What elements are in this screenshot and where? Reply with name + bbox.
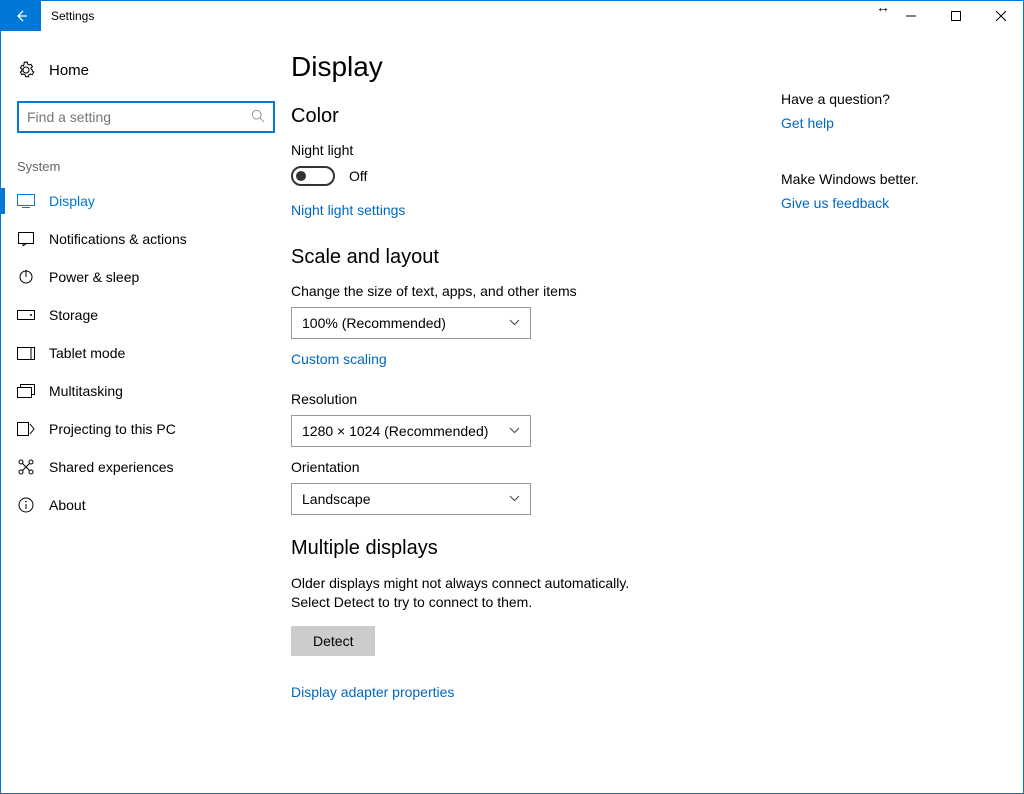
minimize-button[interactable]: [888, 1, 933, 31]
tablet-icon: [17, 347, 35, 360]
night-light-toggle[interactable]: [291, 166, 335, 186]
search-input[interactable]: [17, 101, 275, 133]
titlebar: Settings: [1, 1, 1023, 31]
aside-content: Have a question? Get help Make Windows b…: [781, 51, 1023, 793]
get-help-link[interactable]: Get help: [781, 115, 834, 131]
section-color-heading: Color: [291, 105, 761, 128]
scale-select[interactable]: 100% (Recommended): [291, 307, 531, 339]
back-button[interactable]: [1, 1, 41, 31]
detect-button[interactable]: Detect: [291, 626, 375, 656]
main-content: Display Color Night light Off Night ligh…: [291, 51, 781, 793]
display-icon: [17, 194, 35, 208]
chevron-down-icon: [509, 493, 520, 505]
minimize-icon: [906, 11, 916, 21]
info-icon: [17, 497, 35, 513]
chevron-down-icon: [509, 317, 520, 329]
notifications-icon: [17, 232, 35, 246]
sidebar-item-display[interactable]: Display: [1, 182, 291, 220]
search-icon: [251, 109, 265, 126]
sidebar-item-power[interactable]: Power & sleep: [1, 258, 291, 296]
sidebar-item-label: Multitasking: [49, 383, 123, 399]
power-icon: [17, 269, 35, 285]
section-label: System: [1, 155, 291, 182]
scale-value: 100% (Recommended): [302, 315, 446, 331]
home-label: Home: [49, 62, 89, 79]
sidebar-item-label: Shared experiences: [49, 459, 174, 475]
back-arrow-icon: [13, 8, 29, 24]
storage-icon: [17, 310, 35, 320]
search-field[interactable]: [27, 109, 251, 125]
close-button[interactable]: [978, 1, 1023, 31]
custom-scaling-link[interactable]: Custom scaling: [291, 351, 387, 367]
sidebar-item-multitasking[interactable]: Multitasking: [1, 372, 291, 410]
sidebar-item-label: About: [49, 497, 86, 513]
question-label: Have a question?: [781, 91, 1003, 107]
sidebar-item-notifications[interactable]: Notifications & actions: [1, 220, 291, 258]
section-multiple-heading: Multiple displays: [291, 537, 761, 560]
close-icon: [996, 11, 1006, 21]
projecting-icon: [17, 422, 35, 436]
better-label: Make Windows better.: [781, 171, 1003, 187]
maximize-button[interactable]: [933, 1, 978, 31]
page-title: Display: [291, 51, 761, 83]
multiple-displays-text: Older displays might not always connect …: [291, 574, 651, 612]
multitasking-icon: [17, 384, 35, 398]
orientation-label: Orientation: [291, 459, 761, 475]
night-light-label: Night light: [291, 142, 761, 158]
resolution-label: Resolution: [291, 391, 761, 407]
sidebar-item-label: Display: [49, 193, 95, 209]
sidebar-item-label: Power & sleep: [49, 269, 139, 285]
chevron-down-icon: [509, 425, 520, 437]
orientation-select[interactable]: Landscape: [291, 483, 531, 515]
orientation-value: Landscape: [302, 491, 371, 507]
home-button[interactable]: Home: [1, 53, 291, 87]
scale-label: Change the size of text, apps, and other…: [291, 283, 761, 299]
sidebar-item-label: Notifications & actions: [49, 231, 187, 247]
shared-icon: [17, 459, 35, 475]
gear-icon: [17, 61, 35, 79]
night-light-state: Off: [349, 168, 367, 184]
sidebar-item-projecting[interactable]: Projecting to this PC: [1, 410, 291, 448]
sidebar-item-tablet[interactable]: Tablet mode: [1, 334, 291, 372]
sidebar-item-label: Storage: [49, 307, 98, 323]
maximize-icon: [951, 11, 961, 21]
sidebar-item-about[interactable]: About: [1, 486, 291, 524]
section-scale-heading: Scale and layout: [291, 246, 761, 269]
night-light-settings-link[interactable]: Night light settings: [291, 202, 405, 218]
sidebar: Home System Display Notifications & acti…: [1, 31, 291, 793]
sidebar-item-label: Projecting to this PC: [49, 421, 176, 437]
display-adapter-link[interactable]: Display adapter properties: [291, 684, 454, 700]
resolution-value: 1280 × 1024 (Recommended): [302, 423, 488, 439]
feedback-link[interactable]: Give us feedback: [781, 195, 889, 211]
window-title: Settings: [51, 9, 94, 23]
drag-horizontal-icon: ↔: [876, 0, 890, 15]
resolution-select[interactable]: 1280 × 1024 (Recommended): [291, 415, 531, 447]
sidebar-item-storage[interactable]: Storage: [1, 296, 291, 334]
sidebar-item-shared[interactable]: Shared experiences: [1, 448, 291, 486]
sidebar-item-label: Tablet mode: [49, 345, 125, 361]
